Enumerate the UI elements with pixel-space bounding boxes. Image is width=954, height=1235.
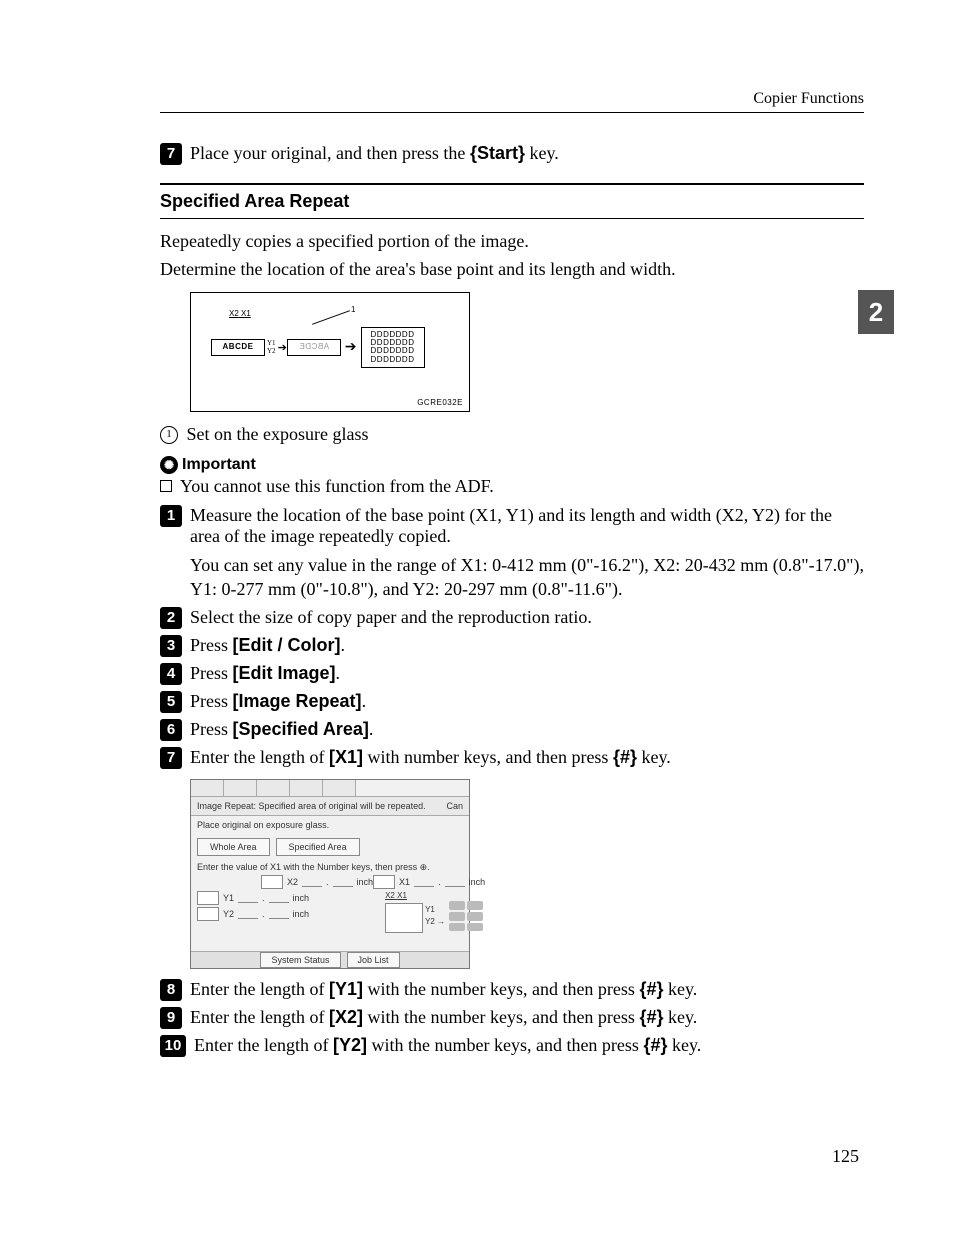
hash-key: # (646, 979, 656, 999)
circled-1-icon: 1 (160, 426, 178, 444)
specified-area-button-label: [Specified Area] (233, 719, 369, 739)
step-text: Enter the length of [X2] with the number… (190, 1007, 697, 1028)
page: Copier Functions 2 7 Place your original… (0, 0, 954, 1235)
step-6: 6 Press [Specified Area]. (160, 719, 864, 741)
x1-button-label: [X1] (329, 747, 363, 767)
job-list-button[interactable]: Job List (347, 952, 400, 968)
step-text: Press [Edit / Color]. (190, 635, 345, 656)
chapter-tab: 2 (858, 290, 894, 334)
step-7: 7 Enter the length of [X1] with number k… (160, 747, 864, 769)
step-1: 1 Measure the location of the base point… (160, 505, 864, 547)
step-10: 10 Enter the length of [Y2] with the num… (160, 1035, 864, 1057)
step-number-badge: 4 (160, 663, 182, 685)
hash-key: # (650, 1035, 660, 1055)
x2-field[interactable] (261, 875, 283, 889)
step-text: Press [Specified Area]. (190, 719, 373, 740)
running-header: Copier Functions (160, 90, 864, 108)
step-text: Press [Edit Image]. (190, 663, 340, 684)
area-repeat-diagram: X2 X1 1 ABCDE Y1 Y2 ➔ ABCDE ➔ DDDDDDD DD… (190, 292, 470, 412)
arrow-icon: ➔ (278, 341, 287, 354)
start-key: Start (477, 143, 518, 163)
step-text: Measure the location of the base point (… (190, 505, 864, 547)
step-3: 3 Press [Edit / Color]. (160, 635, 864, 657)
y2-button-label: [Y2] (333, 1035, 367, 1055)
step-1-detail: You can set any value in the range of X1… (190, 553, 864, 602)
hash-key: # (620, 747, 630, 767)
step-number-badge: 7 (160, 143, 182, 165)
step-number-badge: 2 (160, 607, 182, 629)
system-status-button[interactable]: System Status (260, 952, 340, 968)
diagram-panel-ddd: DDDDDDD DDDDDDD DDDDDDD DDDDDDD (361, 327, 425, 369)
diagram-code: GCRE032E (417, 398, 463, 407)
lcd-screenshot: Image Repeat: Specified area of original… (190, 779, 470, 969)
edit-color-button-label: [Edit / Color] (233, 635, 341, 655)
specified-area-button[interactable]: Specified Area (276, 838, 360, 856)
step-7-pre: 7 Place your original, and then press th… (160, 143, 864, 165)
section-title: Specified Area Repeat (160, 191, 864, 212)
important-bullet: You cannot use this function from the AD… (160, 476, 864, 497)
step-5: 5 Press [Image Repeat]. (160, 691, 864, 713)
ss-cancel: Can (446, 801, 463, 811)
step-text: Press [Image Repeat]. (190, 691, 366, 712)
hash-key: # (646, 1007, 656, 1027)
step-number-badge: 5 (160, 691, 182, 713)
arrow-icon: ➔ (345, 339, 357, 356)
x1-field[interactable] (373, 875, 395, 889)
diagram-panel-mirror: ABCDE (287, 339, 341, 355)
intro-2: Determine the location of the area's bas… (160, 257, 864, 281)
ss-tab-bar (191, 780, 469, 797)
ss-toggle-row: Whole Area Specified Area (197, 838, 463, 856)
whole-area-button[interactable]: Whole Area (197, 838, 270, 856)
step-text: Enter the length of [Y1] with the number… (190, 979, 697, 1000)
square-bullet-icon (160, 480, 172, 492)
callout-line (312, 310, 350, 325)
ss-mini-diagram: X2 X1 Y1 Y2 → (385, 891, 485, 937)
step-number-badge: 8 (160, 979, 182, 1001)
section-rule-top (160, 183, 864, 185)
step-8: 8 Enter the length of [Y1] with the numb… (160, 979, 864, 1001)
step-text: Enter the length of [X1] with number key… (190, 747, 671, 768)
ss-instruction: Place original on exposure glass. (191, 816, 469, 834)
step-4: 4 Press [Edit Image]. (160, 663, 864, 685)
intro-1: Repeatedly copies a specified portion of… (160, 229, 864, 253)
important-icon: ✺ (160, 456, 178, 474)
callout-note: 1 Set on the exposure glass (160, 422, 864, 446)
step-number-badge: 9 (160, 1007, 182, 1029)
ss-footer: System Status Job List (191, 951, 469, 968)
y1-button-label: [Y1] (329, 979, 363, 999)
step-number-badge: 3 (160, 635, 182, 657)
diagram-x2-label: X2 X1 (229, 309, 251, 318)
y2-field[interactable] (197, 907, 219, 921)
step-number-badge: 7 (160, 747, 182, 769)
header-rule (160, 112, 864, 113)
y1-field[interactable] (197, 891, 219, 905)
diagram-panel-abcde: ABCDE (211, 339, 265, 355)
step-text: Place your original, and then press the … (190, 143, 559, 164)
step-2: 2 Select the size of copy paper and the … (160, 607, 864, 629)
step-number-badge: 6 (160, 719, 182, 741)
step-number-badge: 1 (160, 505, 182, 527)
image-repeat-button-label: [Image Repeat] (233, 691, 362, 711)
step-text: Select the size of copy paper and the re… (190, 607, 592, 628)
page-number: 125 (832, 1146, 859, 1167)
ss-status-line: Image Repeat: Specified area of original… (191, 797, 469, 816)
diagram-callout-num: 1 (351, 305, 355, 314)
step-9: 9 Enter the length of [X2] with the numb… (160, 1007, 864, 1029)
section-rule-bottom (160, 218, 864, 219)
important-heading: ✺ Important (160, 456, 864, 474)
step-text: Enter the length of [Y2] with the number… (194, 1035, 701, 1056)
edit-image-button-label: [Edit Image] (233, 663, 336, 683)
ss-enter-line: Enter the value of X1 with the Number ke… (197, 862, 463, 873)
step-number-badge: 10 (160, 1035, 186, 1057)
x2-button-label: [X2] (329, 1007, 363, 1027)
